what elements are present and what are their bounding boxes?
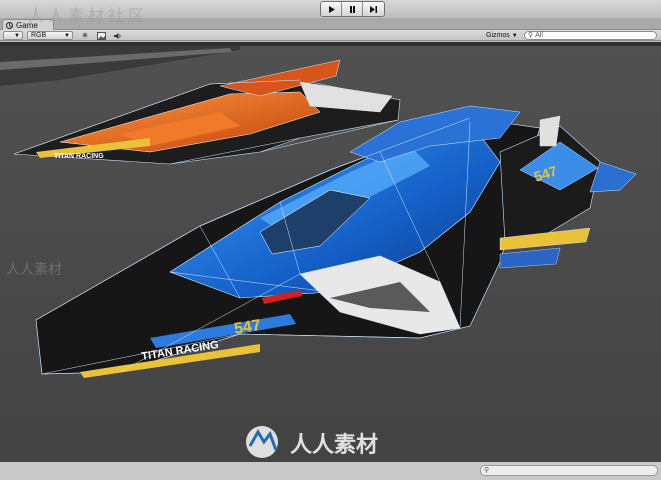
search-icon: ⚲ [528,32,534,39]
game-viewport[interactable]: TITAN RACING 547 TITAN RACING 547 人人素材 人… [0,42,661,462]
color-mode-dropdown[interactable]: RGB ▼ [27,31,73,40]
speaker-icon [113,32,121,39]
step-icon [370,5,377,13]
play-button[interactable] [321,2,342,16]
search-placeholder: All [535,32,543,39]
sun-icon: ✳ [81,31,89,40]
pause-button[interactable] [342,2,363,16]
watermark-faint-left: 人人素材 [6,262,62,278]
image-icon [96,31,106,40]
chevron-down-icon: ▼ [511,33,518,39]
scene-render: TITAN RACING 547 TITAN RACING 547 人人素材 人… [0,42,661,462]
search-icon: ⚲ [484,467,490,474]
gizmos-label: Gizmos [486,32,510,39]
watermark-top: 人人素材社区 [28,6,149,25]
scene-image-toggle[interactable] [94,31,108,40]
gizmos-menu[interactable]: Gizmos ▼ [486,31,518,41]
play-icon [328,5,335,13]
playback-controls [320,1,385,17]
watermark-text: 人人素材 [290,432,378,458]
bottom-search-field[interactable]: ⚲ [480,465,658,476]
audio-toggle[interactable] [110,31,124,40]
color-mode-value: RGB [31,32,47,39]
pause-icon [349,5,355,13]
display-dropdown[interactable]: ▼ [3,31,23,40]
unity-logo-icon [6,21,13,29]
search-input[interactable]: ⚲ All [524,31,657,40]
chevron-down-icon: ▼ [64,33,70,39]
step-button[interactable] [363,2,384,16]
chevron-down-icon: ▼ [14,33,20,39]
effects-toggle[interactable]: ✳ [78,31,92,40]
game-toolbar: ▼ RGB ▼ ✳ Gizmos ▼ ⚲ All [0,30,661,41]
orange-racer-team-label: TITAN RACING [54,153,104,160]
